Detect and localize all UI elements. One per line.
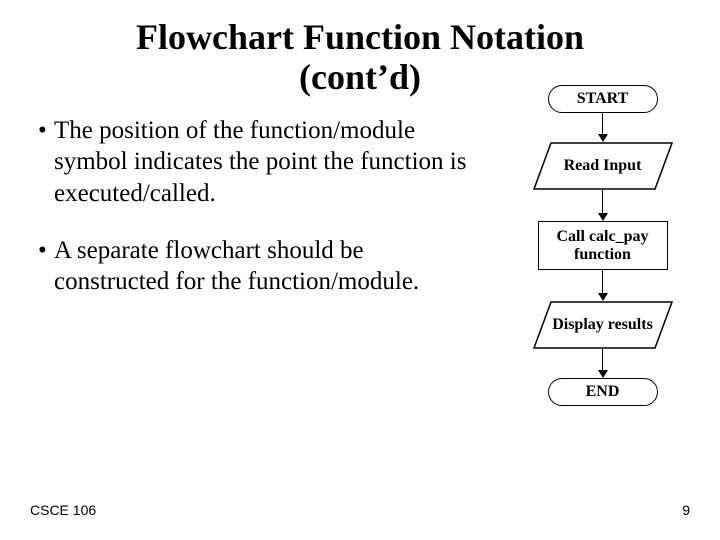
flowchart: START Read Input Call calc_pay function … [520,85,685,406]
bullet-text: The position of the function/module symb… [54,115,478,209]
page-number: 9 [682,502,690,518]
footer-course: CSCE 106 [30,502,96,518]
io-label: Read Input [564,157,642,175]
list-item: • A separate flowchart should be constru… [38,235,478,298]
bullet-list: • The position of the function/module sy… [38,115,478,323]
terminator-label: END [586,383,620,401]
process-label: Call calc_pay function [543,228,663,263]
arrow-down-icon [596,190,610,221]
process-call-function: Call calc_pay function [538,221,668,270]
terminator-end: END [548,378,658,406]
io-display-results: Display results [533,301,673,349]
bullet-text: A separate flowchart should be construct… [54,235,478,298]
arrow-down-icon [596,270,610,301]
io-label: Display results [552,316,653,334]
arrow-down-icon [596,113,610,142]
terminator-start: START [548,85,658,113]
bullet-dot: • [38,235,54,298]
list-item: • The position of the function/module sy… [38,115,478,209]
io-read-input: Read Input [533,142,673,190]
bullet-dot: • [38,115,54,209]
arrow-down-icon [596,349,610,378]
page-title: Flowchart Function Notation (cont’d) [0,0,720,97]
title-line-1: Flowchart Function Notation [0,18,720,58]
terminator-label: START [577,90,629,108]
